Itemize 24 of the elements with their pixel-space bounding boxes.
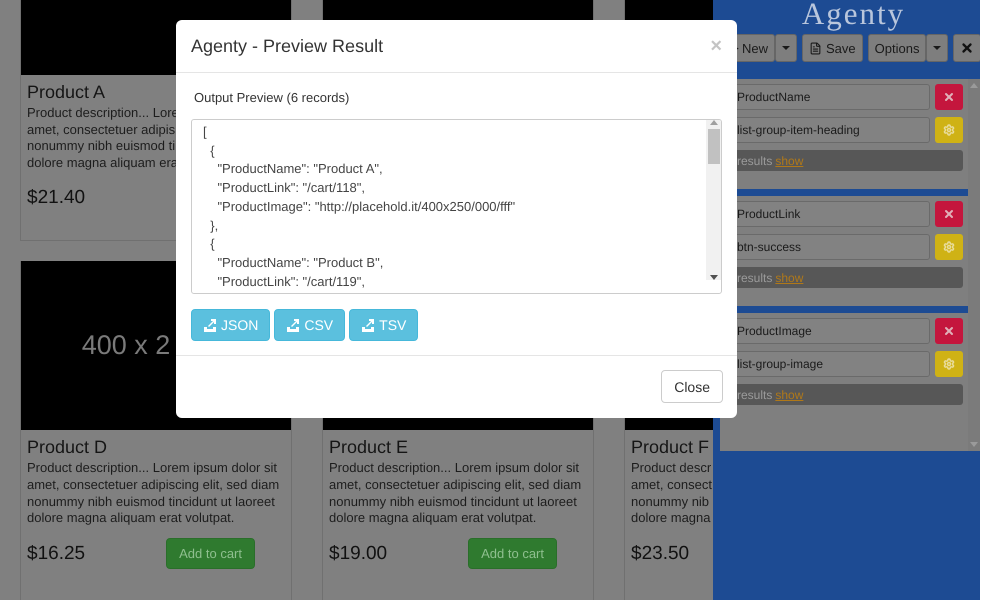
add-to-cart-button[interactable]: Add to cart xyxy=(468,538,557,570)
options-button[interactable]: Options xyxy=(868,34,926,62)
results-label: results xyxy=(737,154,772,168)
logo: Agenty xyxy=(800,0,906,32)
product-price: $21.40 xyxy=(27,187,86,210)
product-title: Product A xyxy=(27,81,106,103)
product-title: Product F xyxy=(631,436,710,458)
output-preview-label: Output Preview (6 records) xyxy=(193,90,350,105)
product-price: $19.00 xyxy=(329,542,388,565)
product-title: Product E xyxy=(329,436,408,458)
product-title: Product D xyxy=(27,436,108,458)
product-price: $16.25 xyxy=(27,542,86,565)
save-button[interactable]: Save xyxy=(802,34,863,62)
image-size-label: 400 x 2 xyxy=(82,330,170,362)
product-description: Product description... Lorem ipsum dolor sit amet, consectetuer adipiscing elit, sed diam nonummy nibh euismod tincidunt ut laoreet dolore magna aliquam erat volutpat. xyxy=(329,460,582,527)
product-description: Product description... Lorem ipsum dolor sit amet, consectetuer adipiscing elit, sed diam nonummy nibh euismod tincidunt ut laoreet dolore magna aliquam erat volutpat. xyxy=(27,460,280,527)
results-label: results xyxy=(737,388,772,402)
product-price: $23.50 xyxy=(631,542,690,565)
dialog-title: Agenty - Preview Result xyxy=(191,36,384,56)
output-textarea[interactable]: [ { "ProductName": "Product A", "ProductLink": "/cart/118", "ProductImage": "http://placehold.it/400x250/000/fff" }, { "ProductName": "Product B", "ProductLink": "/cart/119", xyxy=(191,119,722,294)
close-button[interactable]: Close xyxy=(661,370,723,403)
product-description: Product descr amet, consect nonummy nib dolore magna xyxy=(631,460,712,527)
add-to-cart-button[interactable]: Add to cart xyxy=(166,538,255,570)
results-label: results xyxy=(737,270,772,284)
